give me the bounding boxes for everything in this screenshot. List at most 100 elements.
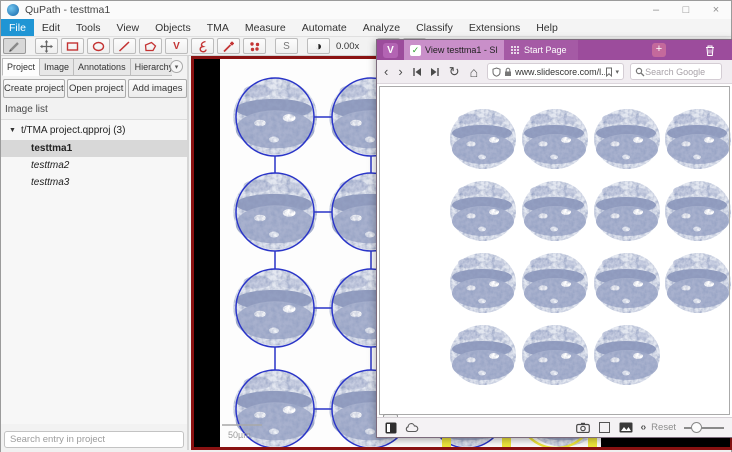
url-text[interactable]: www.slidescore.com/l... [515, 67, 604, 77]
qupath-window: QuPath - testtma1 – □ × File Edit Tools … [0, 0, 732, 452]
new-tab-button[interactable]: + [652, 43, 666, 57]
magnification-label: 0.00x [336, 41, 359, 52]
rectangle-icon [66, 40, 79, 53]
browser-status-bar: ‹› Reset [377, 417, 732, 437]
pen-tool-button[interactable] [3, 38, 26, 54]
close-button[interactable]: × [701, 1, 731, 19]
browser-window: V ✓ View testtma1 - Slide Score Start Pa… [376, 39, 732, 438]
points-tool-button[interactable]: V [165, 38, 188, 54]
create-project-button[interactable]: Create project [3, 79, 65, 98]
browser-tab-slidescore[interactable]: ✓ View testtma1 - Slide Score [404, 40, 504, 60]
menu-extensions[interactable]: Extensions [461, 19, 528, 36]
page-zoom-slider[interactable] [684, 427, 724, 429]
dots-icon [248, 40, 261, 53]
forward-button[interactable]: › [398, 65, 402, 78]
address-bar[interactable]: www.slidescore.com/l... ▾ [487, 63, 624, 80]
panel-toggle-icon[interactable] [385, 422, 397, 434]
tiling-icon[interactable] [599, 422, 610, 433]
rewind-button[interactable] [412, 67, 422, 77]
maximize-button[interactable]: □ [671, 1, 701, 19]
selection-mode-button[interactable]: S [275, 38, 298, 54]
tab-hierarchy[interactable]: Hierarchy [131, 58, 172, 76]
wand-tool-button[interactable] [217, 38, 240, 54]
project-tree-root[interactable]: ▼ t/TMA project.qpproj (3) [1, 120, 187, 140]
tree-expand-arrow[interactable]: ▼ [9, 127, 16, 134]
menu-automate[interactable]: Automate [294, 19, 355, 36]
startpage-icon [510, 46, 519, 55]
lock-icon [504, 67, 512, 77]
title-bar: QuPath - testtma1 – □ × [1, 1, 731, 19]
slide-score-viewer-frame [379, 86, 730, 415]
reload-button[interactable]: ↻ [449, 65, 460, 78]
zoom-slider-handle[interactable] [691, 422, 702, 433]
tab-image[interactable]: Image [40, 58, 74, 76]
add-images-button[interactable]: Add images [128, 79, 187, 98]
tab-project[interactable]: Project [2, 58, 40, 76]
back-button[interactable]: ‹ [384, 65, 388, 78]
menu-objects[interactable]: Objects [147, 19, 199, 36]
qupath-app-icon [7, 4, 19, 16]
analysis-tabs: Project Image Annotations Hierarchy Work… [2, 58, 172, 76]
fast-forward-button[interactable] [430, 67, 440, 77]
brush-tool-button[interactable] [191, 38, 214, 54]
capture-page-icon[interactable] [576, 422, 590, 433]
menu-view[interactable]: View [109, 19, 148, 36]
brush-icon [196, 40, 209, 53]
minimize-button[interactable]: – [641, 1, 671, 19]
menu-measure[interactable]: Measure [237, 19, 294, 36]
line-tool-button[interactable] [113, 38, 136, 54]
menu-bar: File Edit Tools View Objects TMA Measure… [1, 19, 731, 37]
web-search-input[interactable] [645, 67, 709, 77]
brightness-contrast-button[interactable]: ◑ [307, 38, 330, 54]
page-actions-image-icon[interactable] [619, 422, 633, 433]
menu-edit[interactable]: Edit [34, 19, 68, 36]
ellipse-tool-button[interactable] [87, 38, 110, 54]
scale-bar-label: 50µm [228, 430, 251, 440]
open-project-button[interactable]: Open project [67, 79, 126, 98]
menu-help[interactable]: Help [528, 19, 566, 36]
image-list-header: Image list [5, 104, 48, 115]
project-panel: Project Image Annotations Hierarchy Work… [1, 56, 189, 451]
browser-nav-bar: ‹ › ↻ ⌂ www.slidescore.com/l... [377, 60, 732, 84]
vivaldi-menu-button[interactable]: V [383, 43, 398, 58]
polygon-icon [144, 40, 157, 53]
search-engine-icon [635, 67, 645, 77]
line-icon [118, 40, 131, 53]
bookmark-icon[interactable] [605, 67, 613, 77]
tab-label: Start Page [524, 45, 572, 55]
swap-arrows-icon[interactable]: ‹› [641, 422, 646, 433]
menu-file[interactable]: File [1, 19, 34, 36]
menu-tools[interactable]: Tools [68, 19, 109, 36]
pen-icon [8, 40, 21, 53]
wand-icon [222, 40, 235, 53]
counting-tool-button[interactable] [243, 38, 266, 54]
menu-classify[interactable]: Classify [408, 19, 461, 36]
rectangle-tool-button[interactable] [61, 38, 84, 54]
tab-annotations[interactable]: Annotations [74, 58, 131, 76]
address-dropdown-icon[interactable]: ▾ [616, 68, 620, 76]
browser-tab-startpage[interactable]: Start Page [504, 40, 578, 60]
closed-tabs-trash-icon[interactable] [704, 44, 716, 57]
image-list: ▼ t/TMA project.qpproj (3) testtma1 test… [1, 119, 187, 424]
polygon-tool-button[interactable] [139, 38, 162, 54]
project-file-label: t/TMA project.qpproj (3) [21, 125, 125, 136]
image-entry-testtma1[interactable]: testtma1 [1, 140, 187, 157]
checkbox-favicon: ✓ [410, 45, 421, 56]
tab-overflow-button[interactable]: ▾ [170, 60, 183, 73]
browser-content: > [377, 84, 732, 417]
image-entry-testtma2[interactable]: testtma2 [1, 157, 187, 174]
tab-label: View testtma1 - Slide Score [425, 45, 498, 55]
project-search-input[interactable] [4, 431, 184, 448]
move-tool-button[interactable] [35, 38, 58, 54]
search-bar[interactable] [630, 63, 722, 80]
menu-analyze[interactable]: Analyze [355, 19, 408, 36]
move-icon [40, 40, 53, 53]
window-title: QuPath - testtma1 [25, 4, 110, 16]
sync-cloud-icon[interactable] [405, 423, 419, 433]
home-button[interactable]: ⌂ [470, 65, 478, 79]
menu-tma[interactable]: TMA [199, 19, 237, 36]
image-entry-testtma3[interactable]: testtma3 [1, 174, 187, 191]
browser-tab-bar: V ✓ View testtma1 - Slide Score Start Pa… [377, 40, 732, 60]
zoom-reset-button[interactable]: Reset [651, 422, 676, 433]
ellipse-icon [92, 40, 105, 53]
